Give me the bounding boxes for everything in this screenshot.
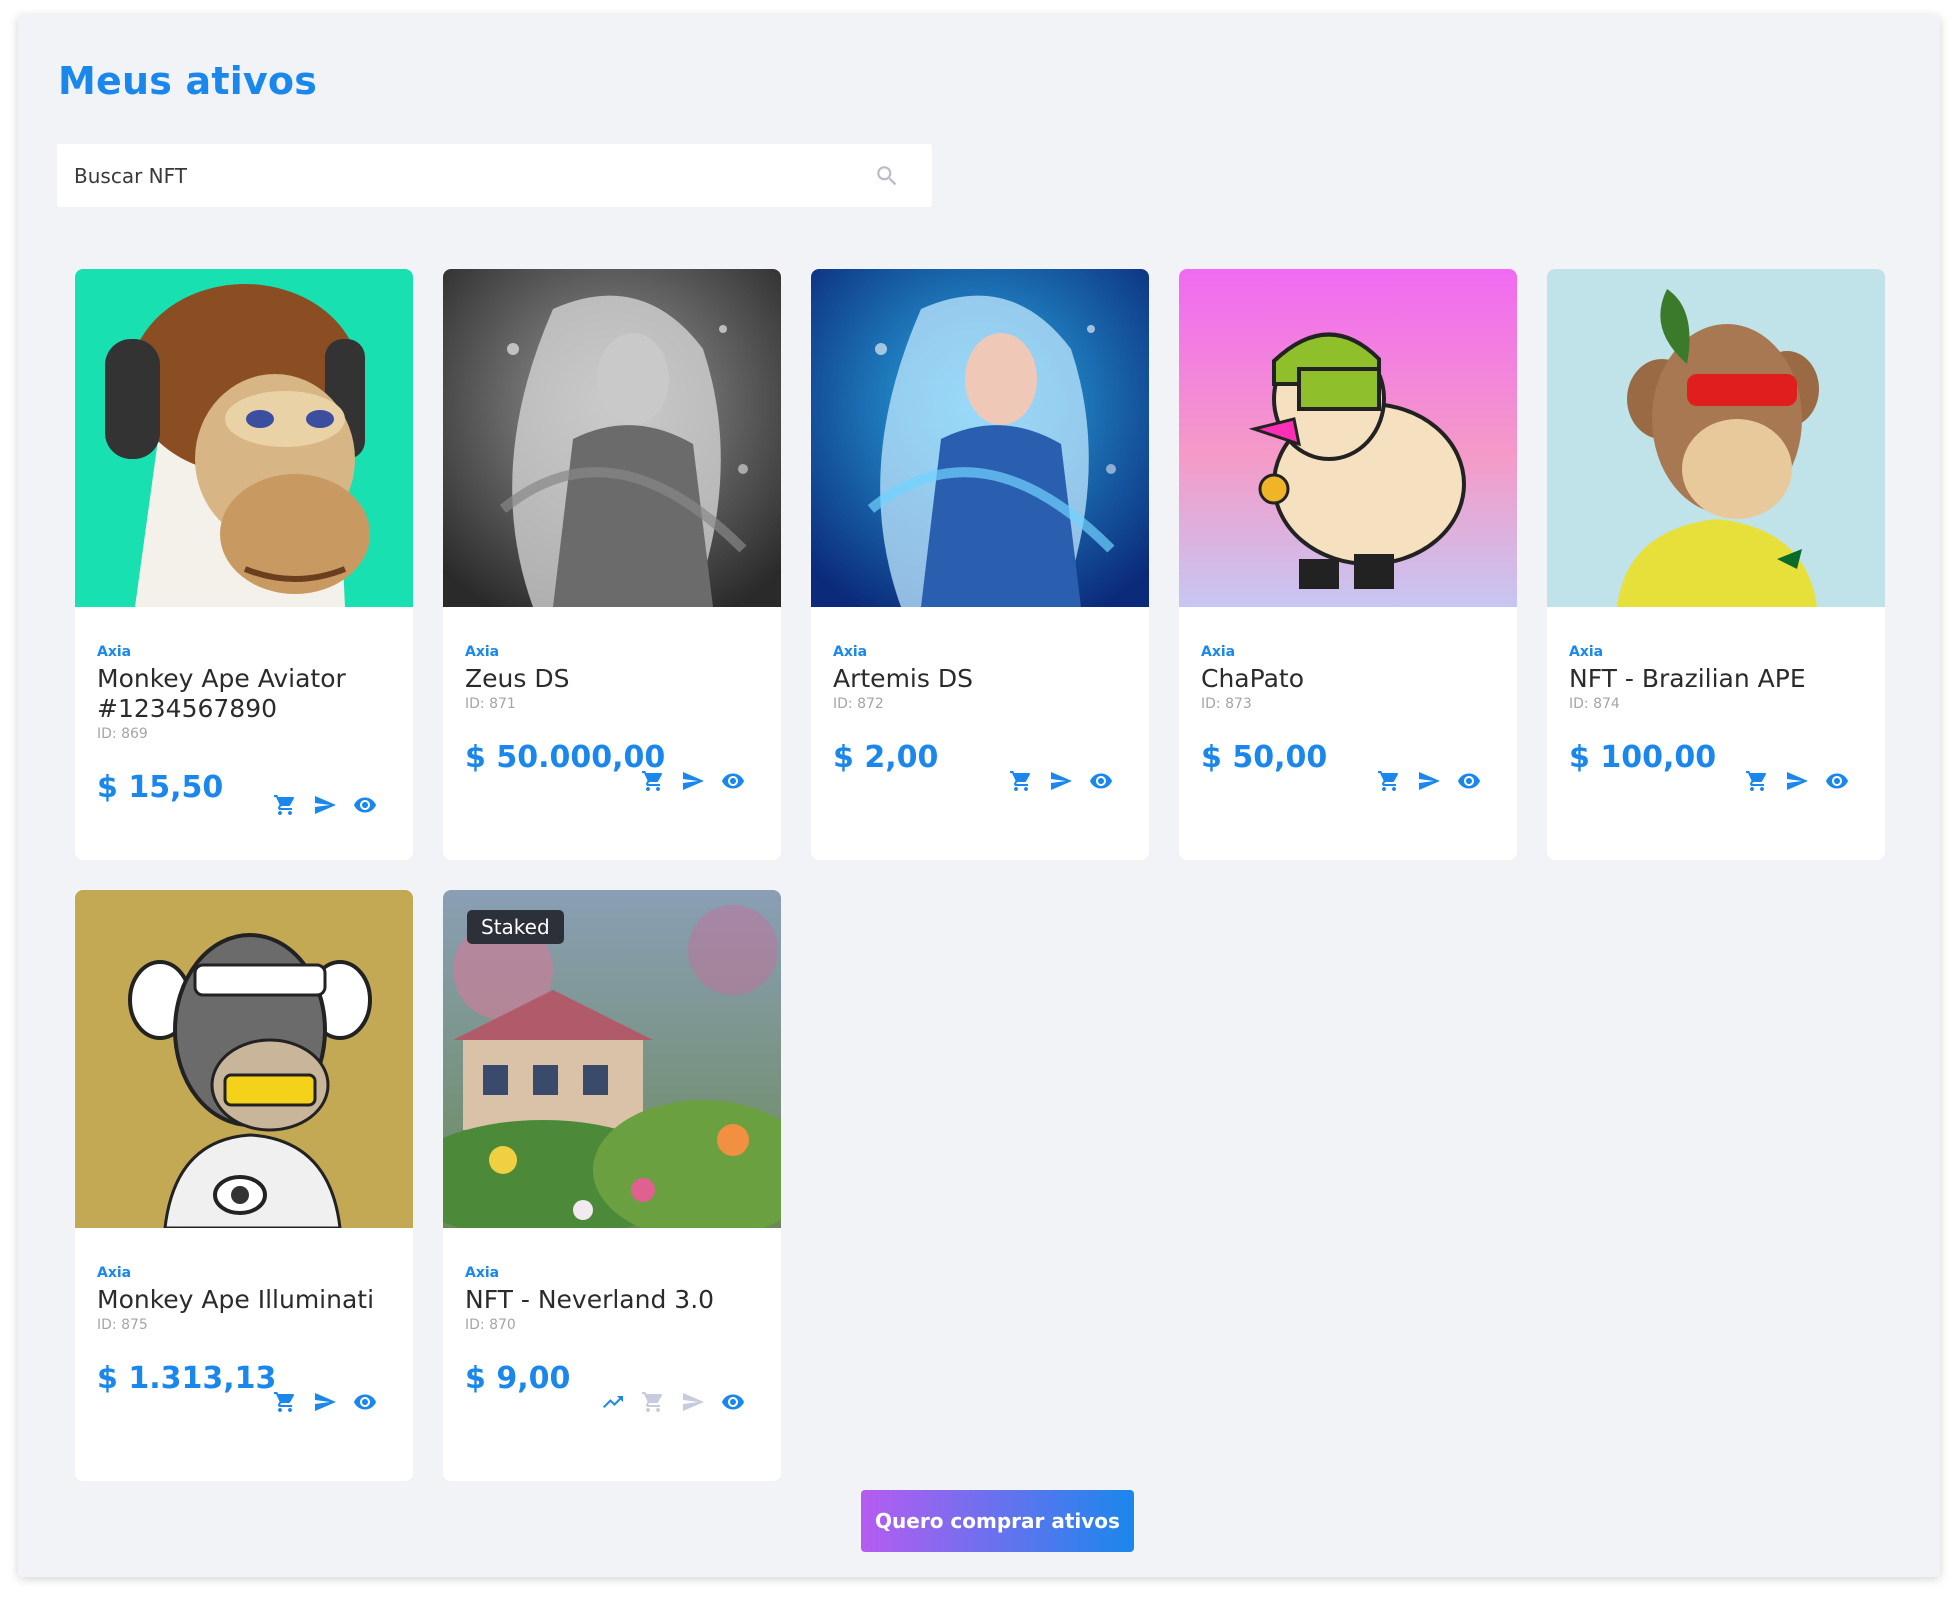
nft-name: NFT - Neverland 3.0 bbox=[465, 1285, 715, 1314]
nft-id: ID: 874 bbox=[1569, 696, 1620, 712]
nft-card-6[interactable]: Axia Monkey Ape Illuminati ID: 875 $ 1.3… bbox=[75, 890, 413, 1481]
nft-id: ID: 873 bbox=[1201, 696, 1252, 712]
nft-id: ID: 870 bbox=[465, 1317, 516, 1333]
nft-brand: Axia bbox=[1569, 644, 1604, 660]
nft-actions bbox=[273, 793, 377, 817]
nft-info: Axia Monkey Ape Aviator #1234567890 ID: … bbox=[97, 644, 397, 805]
nft-brand: Axia bbox=[1201, 644, 1236, 660]
stake-stats-icon[interactable] bbox=[601, 1390, 625, 1414]
send-icon[interactable] bbox=[313, 1390, 337, 1414]
cart-icon[interactable] bbox=[1009, 769, 1033, 793]
nft-id: ID: 875 bbox=[97, 1317, 148, 1333]
nft-card-7[interactable]: Staked Axia NFT - Neverland 3.0 ID: 870 … bbox=[443, 890, 781, 1481]
view-icon[interactable] bbox=[1825, 769, 1849, 793]
nft-image[interactable] bbox=[1179, 269, 1517, 607]
view-icon[interactable] bbox=[721, 769, 745, 793]
nft-info: Axia Monkey Ape Illuminati ID: 875 $ 1.3… bbox=[97, 1265, 397, 1396]
nft-actions bbox=[641, 769, 745, 793]
view-icon[interactable] bbox=[1457, 769, 1481, 793]
cart-icon[interactable] bbox=[1377, 769, 1401, 793]
staked-badge: Staked bbox=[467, 910, 564, 944]
view-icon[interactable] bbox=[1089, 769, 1113, 793]
nft-name: Zeus DS bbox=[465, 664, 570, 693]
nft-grid: Axia Monkey Ape Aviator #1234567890 ID: … bbox=[75, 269, 1915, 1481]
search-icon[interactable] bbox=[874, 163, 900, 189]
nft-actions bbox=[601, 1390, 745, 1414]
nft-name: ChaPato bbox=[1201, 664, 1304, 693]
nft-card-5[interactable]: Axia NFT - Brazilian APE ID: 874 $ 100,0… bbox=[1547, 269, 1885, 860]
cart-icon[interactable] bbox=[273, 1390, 297, 1414]
nft-id: ID: 872 bbox=[833, 696, 884, 712]
nft-image[interactable] bbox=[75, 269, 413, 607]
assets-panel: Meus ativos Axia Monkey Ape Aviator #123… bbox=[18, 15, 1940, 1577]
nft-info: Axia ChaPato ID: 873 $ 50,00 bbox=[1201, 644, 1501, 775]
nft-actions bbox=[1009, 769, 1113, 793]
nft-card-3[interactable]: Axia Artemis DS ID: 872 $ 2,00 bbox=[811, 269, 1149, 860]
send-icon[interactable] bbox=[1417, 769, 1441, 793]
nft-brand: Axia bbox=[97, 1265, 132, 1281]
nft-card-1[interactable]: Axia Monkey Ape Aviator #1234567890 ID: … bbox=[75, 269, 413, 860]
nft-actions bbox=[1377, 769, 1481, 793]
nft-image[interactable] bbox=[811, 269, 1149, 607]
nft-brand: Axia bbox=[833, 644, 868, 660]
nft-card-2[interactable]: Axia Zeus DS ID: 871 $ 50.000,00 bbox=[443, 269, 781, 860]
cart-icon[interactable] bbox=[273, 793, 297, 817]
nft-image[interactable] bbox=[443, 269, 781, 607]
view-icon[interactable] bbox=[721, 1390, 745, 1414]
search-input[interactable] bbox=[74, 144, 854, 207]
cart-icon bbox=[641, 1390, 665, 1414]
send-icon[interactable] bbox=[1785, 769, 1809, 793]
cart-icon[interactable] bbox=[1745, 769, 1769, 793]
nft-brand: Axia bbox=[97, 644, 132, 660]
nft-actions bbox=[273, 1390, 377, 1414]
nft-card-4[interactable]: Axia ChaPato ID: 873 $ 50,00 bbox=[1179, 269, 1517, 860]
nft-brand: Axia bbox=[465, 644, 500, 660]
view-icon[interactable] bbox=[353, 793, 377, 817]
view-icon[interactable] bbox=[353, 1390, 377, 1414]
nft-name: Monkey Ape Illuminati bbox=[97, 1285, 375, 1314]
nft-image[interactable] bbox=[1547, 269, 1885, 607]
nft-info: Axia Artemis DS ID: 872 $ 2,00 bbox=[833, 644, 1133, 775]
nft-image[interactable] bbox=[75, 890, 413, 1228]
nft-brand: Axia bbox=[465, 1265, 500, 1281]
cart-icon[interactable] bbox=[641, 769, 665, 793]
nft-name: NFT - Brazilian APE bbox=[1569, 664, 1806, 693]
nft-id: ID: 871 bbox=[465, 696, 516, 712]
nft-info: Axia Zeus DS ID: 871 $ 50.000,00 bbox=[465, 644, 765, 775]
send-icon[interactable] bbox=[1049, 769, 1073, 793]
nft-info: Axia NFT - Brazilian APE ID: 874 $ 100,0… bbox=[1569, 644, 1869, 775]
nft-name: Artemis DS bbox=[833, 664, 973, 693]
send-icon[interactable] bbox=[681, 769, 705, 793]
nft-image[interactable]: Staked bbox=[443, 890, 781, 1228]
page-title: Meus ativos bbox=[58, 59, 318, 103]
nft-id: ID: 869 bbox=[97, 726, 148, 742]
buy-assets-button[interactable]: Quero comprar ativos bbox=[861, 1490, 1134, 1552]
nft-actions bbox=[1745, 769, 1849, 793]
send-icon bbox=[681, 1390, 705, 1414]
nft-info: Axia NFT - Neverland 3.0 ID: 870 $ 9,00 bbox=[465, 1265, 765, 1396]
nft-name: Monkey Ape Aviator #1234567890 bbox=[97, 664, 346, 723]
send-icon[interactable] bbox=[313, 793, 337, 817]
search-box[interactable] bbox=[57, 144, 932, 207]
